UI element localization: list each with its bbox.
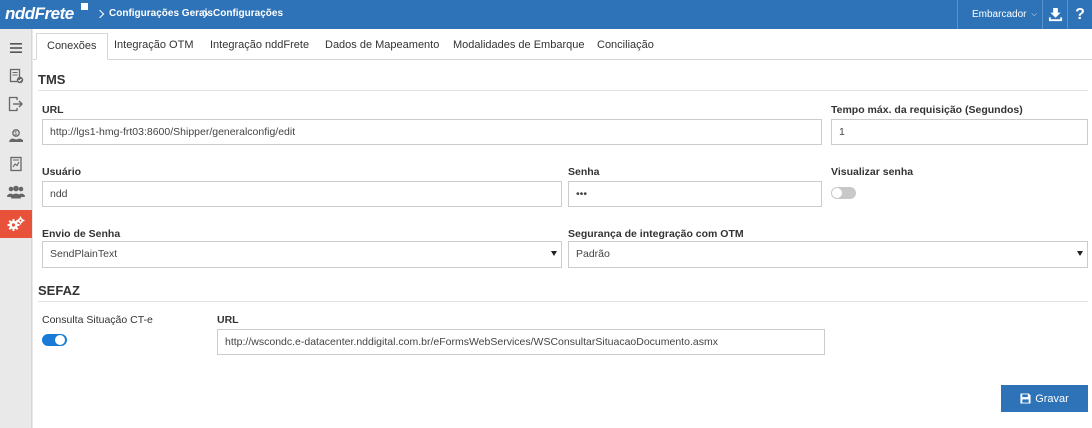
save-label: Gravar [1035, 392, 1069, 405]
download-button[interactable] [1043, 0, 1067, 29]
send-password-label: Envio de Senha [42, 228, 121, 240]
breadcrumb-item-general[interactable]: Configurações Gerais [95, 8, 213, 19]
tab-dados-mapeamento[interactable]: Dados de Mapeamento [315, 33, 449, 60]
chevron-right-icon [95, 9, 105, 18]
show-password-toggle[interactable] [831, 187, 856, 199]
help-button[interactable]: ? [1068, 0, 1092, 29]
floppy-disk-icon [1020, 393, 1031, 404]
section-title-tms: TMS [38, 72, 66, 87]
timeout-input[interactable]: 1 [831, 119, 1088, 145]
send-password-value: SendPlainText [50, 248, 118, 260]
tab-conexoes[interactable]: Conexões [36, 33, 108, 60]
download-icon [1048, 7, 1062, 22]
topbar-actions: Embarcador ⌵ ? [957, 0, 1092, 29]
send-password-select[interactable]: SendPlainText [42, 241, 562, 268]
tms-url-input[interactable]: http://lgs1-hmg-frt03:8600/Shipper/gener… [42, 119, 822, 145]
sidebar-menu-toggle[interactable] [0, 34, 32, 62]
password-input[interactable]: ••• [568, 181, 822, 207]
section-title-sefaz: SEFAZ [38, 283, 80, 298]
breadcrumb-item-current[interactable]: Configurações [199, 8, 283, 19]
svg-text:$: $ [14, 131, 17, 137]
tab-modalidades-embarque[interactable]: Modalidades de Embarque [443, 33, 594, 60]
show-password-label: Visualizar senha [831, 166, 914, 178]
tab-integracao-otm[interactable]: Integração OTM [104, 33, 203, 60]
help-icon: ? [1075, 5, 1085, 23]
save-button[interactable]: Gravar [1001, 385, 1088, 412]
main-content: Conexões Integração OTM Integração nddFr… [33, 29, 1092, 428]
password-label: Senha [568, 166, 600, 178]
url-label: URL [42, 104, 64, 116]
report-icon [10, 156, 22, 172]
sidebar-item-reports[interactable] [0, 150, 32, 178]
sidebar-item-finance[interactable]: $ [0, 122, 32, 150]
chevron-down-icon: ⌵ [1031, 10, 1037, 18]
sefaz-url-input[interactable]: http://wscondc.e-datacenter.nddigital.co… [217, 329, 825, 355]
person-money-icon: $ [9, 129, 23, 142]
toggle-knob [832, 188, 842, 198]
tab-bar: Conexões Integração OTM Integração nddFr… [33, 29, 1092, 60]
caret-down-icon [1077, 251, 1083, 256]
timeout-label: Tempo máx. da requisição (Segundos) [831, 104, 1023, 116]
cte-status-label: Consulta Situação CT-e [42, 314, 153, 326]
exit-icon [8, 96, 23, 112]
divider [38, 90, 1088, 91]
otm-security-value: Padrão [576, 248, 610, 260]
user-input[interactable]: ndd [42, 181, 562, 207]
toggle-knob [55, 335, 65, 345]
menu-icon [10, 43, 22, 53]
otm-security-label: Segurança de integração com OTM [568, 228, 744, 240]
sefaz-url-label: URL [217, 314, 239, 326]
sidebar-item-settings[interactable] [0, 210, 32, 238]
chevron-right-icon [199, 9, 209, 18]
document-check-icon [9, 68, 24, 84]
gears-icon [7, 216, 25, 231]
user-menu[interactable]: Embarcador ⌵ [958, 0, 1042, 29]
sidebar-item-exit[interactable] [0, 90, 32, 118]
sidebar: $ [0, 29, 32, 428]
otm-security-select[interactable]: Padrão [568, 241, 1088, 268]
tab-conciliacao[interactable]: Conciliação [587, 33, 664, 60]
user-label: Usuário [42, 166, 82, 178]
logo-mark [81, 3, 88, 10]
divider [38, 301, 1088, 302]
app-logo[interactable]: nddFrete [5, 4, 74, 24]
caret-down-icon [551, 251, 557, 256]
cte-status-toggle[interactable] [42, 334, 67, 346]
users-icon [7, 185, 25, 199]
user-name: Embarcador [972, 9, 1027, 20]
tab-integracao-nddfrete[interactable]: Integração nddFrete [200, 33, 319, 60]
sidebar-item-users[interactable] [0, 178, 32, 206]
sidebar-item-documents[interactable] [0, 62, 32, 90]
top-bar: nddFrete Configurações Gerais Configuraç… [0, 0, 1092, 29]
